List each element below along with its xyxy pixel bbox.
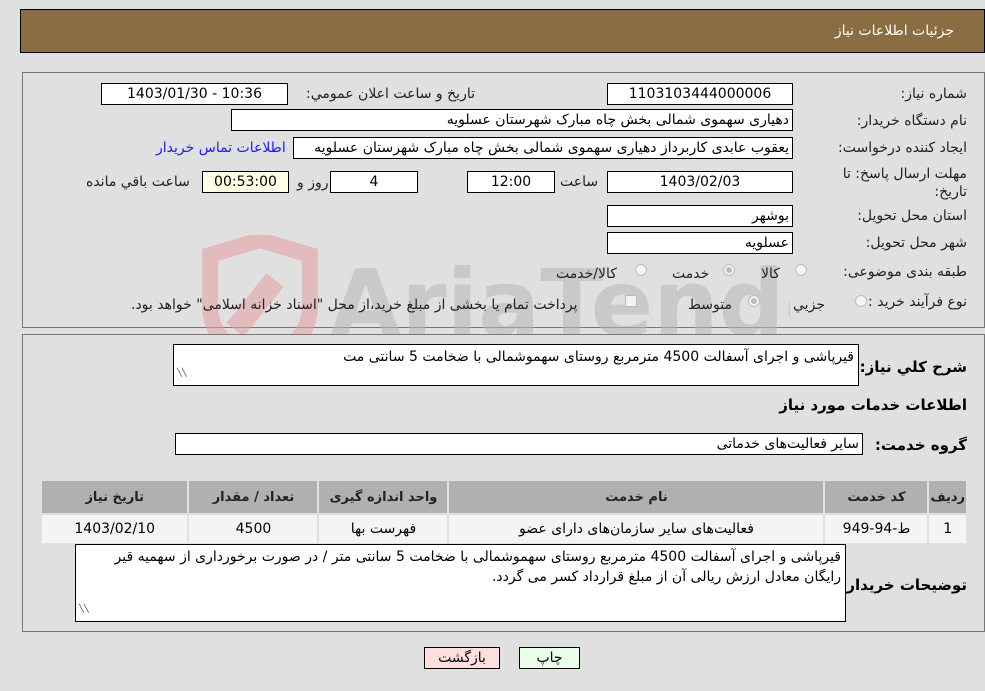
col-header-unit: واحد اندازه گیری bbox=[317, 479, 450, 515]
buyer-org-label: نام دستگاه خریدار: bbox=[856, 113, 967, 129]
remaining-time-label: ساعت باقي مانده bbox=[86, 174, 190, 190]
city-field[interactable]: عسلویه bbox=[607, 232, 793, 254]
col-header-code: کد خدمت bbox=[823, 479, 930, 515]
deadline-time-label: ساعت bbox=[560, 174, 599, 190]
print-button[interactable]: چاپ bbox=[519, 647, 580, 669]
deadline-label: مهلت ارسال پاسخ: تا تاریخ: bbox=[842, 166, 967, 200]
buyer-notes-label: توضیحات خریدار: bbox=[840, 576, 967, 594]
service-group-field[interactable]: سایر فعالیت‌های خدماتی bbox=[175, 433, 863, 455]
col-header-date: تاریخ نیاز bbox=[39, 479, 190, 515]
cell-qty: 4500 bbox=[187, 513, 320, 545]
province-field[interactable]: بوشهر bbox=[607, 205, 793, 227]
col-header-index: ردیف bbox=[927, 479, 968, 515]
resize-grip-icon[interactable]: ╲╲ bbox=[79, 599, 89, 619]
category-radio-goods[interactable] bbox=[795, 264, 807, 276]
need-number-field[interactable]: 1103103444000006 bbox=[607, 83, 793, 105]
process-option-minor: جزيي bbox=[793, 297, 825, 313]
cell-index: 1 bbox=[927, 513, 968, 545]
buyer-org-field[interactable]: دهیاری سهموی شمالی بخش چاه مبارک شهرستان… bbox=[231, 109, 793, 131]
category-radio-service[interactable] bbox=[723, 264, 735, 276]
need-number-label: شماره نیاز: bbox=[900, 86, 968, 102]
buyer-notes-textarea[interactable]: قیرپاشی و اجرای آسفالت 4500 مترمربع روست… bbox=[75, 544, 846, 622]
page-title: جزئیات اطلاعات نیاز bbox=[834, 23, 954, 39]
process-radio-minor[interactable] bbox=[855, 295, 867, 307]
treasury-note: پرداخت تمام یا بخشی از مبلغ خرید،از محل … bbox=[131, 297, 578, 313]
city-label: شهر محل تحویل: bbox=[865, 235, 967, 251]
resize-grip-icon[interactable]: ╲╲ bbox=[177, 363, 187, 383]
services-table: ردیف کد خدمت نام خدمت واحد اندازه گیری ت… bbox=[39, 479, 968, 545]
deadline-date-field[interactable]: 1403/02/03 bbox=[607, 171, 793, 193]
process-type-label: نوع فرآیند خرید : bbox=[868, 294, 967, 310]
remaining-time-field[interactable]: 00:53:00 bbox=[202, 171, 289, 193]
col-header-name: نام خدمت bbox=[447, 479, 826, 515]
announce-datetime-label: تاریخ و ساعت اعلان عمومي: bbox=[306, 86, 475, 102]
service-group-label: گروه خدمت: bbox=[874, 436, 967, 454]
cell-unit: فهرست بها bbox=[317, 513, 450, 545]
remaining-days-field[interactable]: 4 bbox=[330, 171, 418, 193]
province-label: استان محل تحویل: bbox=[857, 208, 967, 224]
cell-date: 1403/02/10 bbox=[39, 513, 190, 545]
table-row: 1 ط-94-949 فعالیت‌های سایر سازمان‌های دا… bbox=[39, 513, 968, 545]
requester-field[interactable]: یعقوب عابدی کاربرداز دهیاری سهموی شمالی … bbox=[293, 137, 793, 159]
announce-datetime-field[interactable]: 1403/01/30 - 10:36 bbox=[101, 83, 288, 105]
requester-label: ایجاد کننده درخواست: bbox=[838, 140, 967, 156]
col-header-qty: تعداد / مقدار bbox=[187, 479, 320, 515]
buyer-notes-text: قیرپاشی و اجرای آسفالت 4500 مترمربع روست… bbox=[114, 549, 841, 585]
category-label: طبقه بندی موضوعی: bbox=[843, 264, 967, 280]
table-header-row: ردیف کد خدمت نام خدمت واحد اندازه گیری ت… bbox=[39, 479, 968, 515]
category-option-goods-service: کالا/خدمت bbox=[556, 266, 617, 282]
category-radio-goods-service[interactable] bbox=[635, 264, 647, 276]
description-textarea[interactable]: قیرپاشی و اجرای آسفالت 4500 مترمربع روست… bbox=[173, 344, 859, 386]
treasury-checkbox[interactable] bbox=[625, 295, 637, 307]
page-header: جزئیات اطلاعات نیاز bbox=[20, 9, 985, 53]
description-text: قیرپاشی و اجرای آسفالت 4500 مترمربع روست… bbox=[343, 349, 854, 365]
process-radio-medium[interactable] bbox=[748, 295, 760, 307]
process-option-medium: متوسط bbox=[688, 297, 732, 313]
services-section-title: اطلاعات خدمات مورد نیاز bbox=[779, 396, 967, 414]
buyer-contact-link[interactable]: اطلاعات تماس خریدار bbox=[156, 140, 286, 156]
description-label: شرح كلي نياز: bbox=[859, 358, 967, 376]
cell-code: ط-94-949 bbox=[823, 513, 930, 545]
cell-name: فعالیت‌های سایر سازمان‌های دارای عضو bbox=[447, 513, 826, 545]
deadline-time-field[interactable]: 12:00 bbox=[467, 171, 555, 193]
category-option-service: خدمت bbox=[672, 266, 710, 282]
category-option-goods: کالا bbox=[761, 266, 780, 282]
days-label: روز و bbox=[297, 175, 329, 191]
back-button[interactable]: بازگشت bbox=[424, 647, 500, 669]
